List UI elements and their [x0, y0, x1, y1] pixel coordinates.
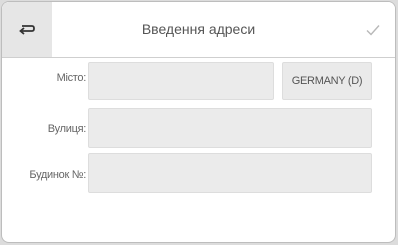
- page-title: Введення адреси: [141, 21, 256, 37]
- header-divider: [2, 57, 395, 58]
- city-field[interactable]: [88, 62, 274, 100]
- house-number-label: Будинок №:: [29, 169, 86, 181]
- street-field[interactable]: [88, 108, 372, 148]
- house-number-field[interactable]: [88, 153, 372, 193]
- back-button[interactable]: [2, 2, 52, 57]
- screen: Введення адреси Місто: GERMANY (D) Вулиц…: [0, 0, 398, 245]
- address-entry-panel: Введення адреси Місто: GERMANY (D) Вулиц…: [2, 2, 395, 242]
- city-label: Місто:: [56, 72, 87, 84]
- return-arrow-icon: [19, 24, 35, 35]
- country-button[interactable]: GERMANY (D): [282, 62, 372, 100]
- checkmark-icon: [366, 24, 380, 36]
- street-label: Вулиця:: [47, 123, 87, 135]
- confirm-button[interactable]: [351, 2, 395, 57]
- header-bar: Введення адреси: [2, 2, 395, 57]
